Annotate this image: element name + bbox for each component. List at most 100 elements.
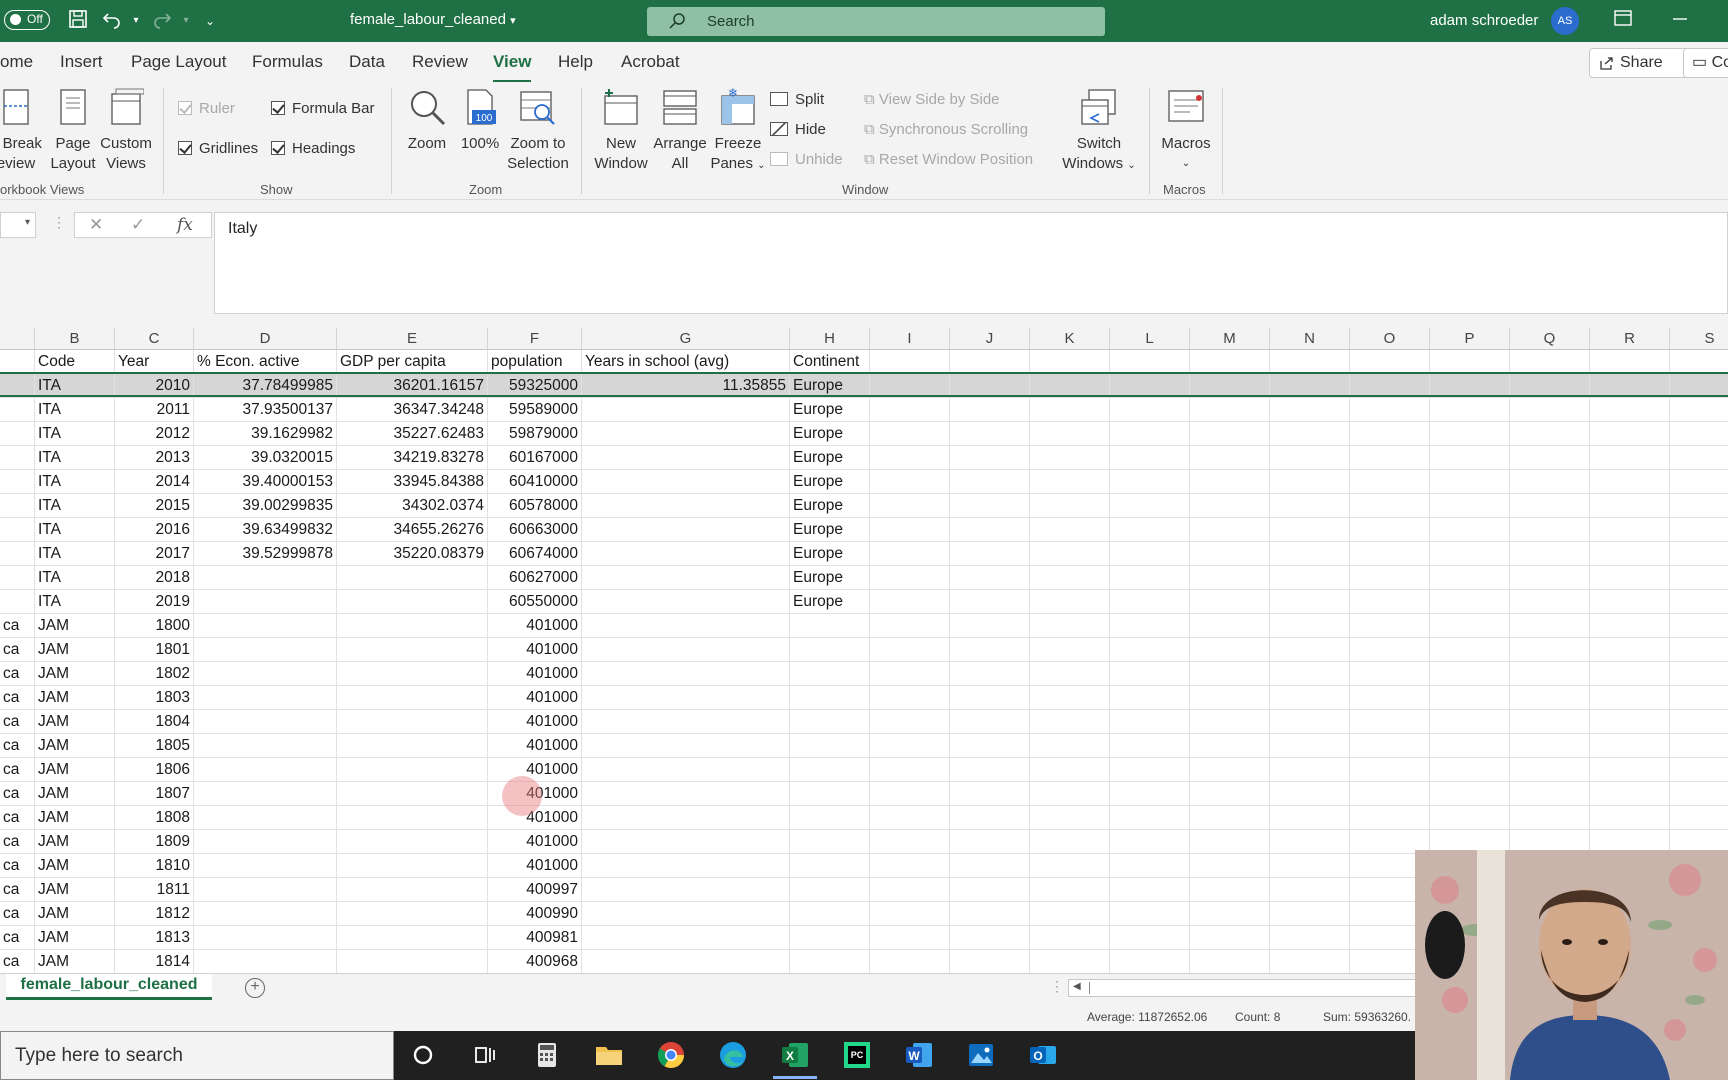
- cortana-icon[interactable]: [407, 1039, 439, 1071]
- cell[interactable]: [582, 542, 790, 566]
- cell[interactable]: [1270, 758, 1350, 782]
- cell[interactable]: [0, 590, 35, 614]
- cell[interactable]: ITA: [35, 590, 115, 614]
- tab-insert[interactable]: Insert: [60, 52, 103, 72]
- cell[interactable]: [790, 830, 870, 854]
- cell[interactable]: [1110, 662, 1190, 686]
- cell[interactable]: [1590, 614, 1670, 638]
- cell[interactable]: [582, 734, 790, 758]
- cell[interactable]: [194, 830, 337, 854]
- column-header[interactable]: F: [488, 328, 582, 350]
- cell[interactable]: [1190, 590, 1270, 614]
- cell[interactable]: [870, 374, 950, 398]
- column-header[interactable]: [0, 328, 35, 350]
- cell[interactable]: Years in school (avg): [582, 350, 790, 374]
- cell[interactable]: [950, 446, 1030, 470]
- cell[interactable]: [1590, 758, 1670, 782]
- cell[interactable]: Europe: [790, 374, 870, 398]
- cell[interactable]: [1510, 734, 1590, 758]
- cell[interactable]: [1270, 662, 1350, 686]
- cell[interactable]: Europe: [790, 422, 870, 446]
- cell[interactable]: [194, 614, 337, 638]
- cell[interactable]: [950, 398, 1030, 422]
- cell[interactable]: ca: [0, 710, 35, 734]
- cell[interactable]: ca: [0, 758, 35, 782]
- cell[interactable]: [1190, 614, 1270, 638]
- cell[interactable]: [1110, 902, 1190, 926]
- cell[interactable]: [1110, 494, 1190, 518]
- cell[interactable]: 59325000: [488, 374, 582, 398]
- cell[interactable]: [1430, 446, 1510, 470]
- cell[interactable]: [1590, 710, 1670, 734]
- cell[interactable]: [950, 494, 1030, 518]
- column-header[interactable]: I: [870, 328, 950, 350]
- column-header[interactable]: G: [582, 328, 790, 350]
- cell[interactable]: [0, 446, 35, 470]
- cell[interactable]: [1670, 806, 1728, 830]
- cell[interactable]: [1110, 518, 1190, 542]
- cell[interactable]: ca: [0, 926, 35, 950]
- cell[interactable]: 1807: [115, 782, 194, 806]
- cell[interactable]: [337, 854, 488, 878]
- tab-formulas[interactable]: Formulas: [252, 52, 323, 72]
- column-header[interactable]: P: [1430, 328, 1510, 350]
- cell[interactable]: [950, 590, 1030, 614]
- headings-checkbox[interactable]: Headings: [271, 140, 355, 157]
- cell[interactable]: [1350, 566, 1430, 590]
- cell[interactable]: ca: [0, 806, 35, 830]
- cell[interactable]: [1270, 782, 1350, 806]
- cell[interactable]: 34219.83278: [337, 446, 488, 470]
- cell[interactable]: 401000: [488, 758, 582, 782]
- cell[interactable]: [870, 806, 950, 830]
- cell[interactable]: [1030, 662, 1110, 686]
- zoom-button[interactable]: Zoom: [403, 88, 451, 154]
- cell[interactable]: [950, 902, 1030, 926]
- cell[interactable]: [1590, 590, 1670, 614]
- cell[interactable]: [1110, 830, 1190, 854]
- cell[interactable]: [870, 734, 950, 758]
- cell[interactable]: JAM: [35, 782, 115, 806]
- cell[interactable]: JAM: [35, 950, 115, 973]
- word-icon[interactable]: W: [903, 1039, 935, 1071]
- cell[interactable]: [870, 614, 950, 638]
- cell[interactable]: JAM: [35, 710, 115, 734]
- cell[interactable]: 400990: [488, 902, 582, 926]
- tab-help[interactable]: Help: [558, 52, 593, 72]
- cell[interactable]: [1430, 542, 1510, 566]
- cell[interactable]: [1270, 518, 1350, 542]
- cell[interactable]: [1270, 854, 1350, 878]
- cell[interactable]: [582, 830, 790, 854]
- cell[interactable]: [870, 422, 950, 446]
- cell[interactable]: [870, 662, 950, 686]
- cell[interactable]: 401000: [488, 662, 582, 686]
- cell[interactable]: 401000: [488, 710, 582, 734]
- cell[interactable]: [1670, 734, 1728, 758]
- cell[interactable]: 34302.0374: [337, 494, 488, 518]
- cell[interactable]: [1030, 398, 1110, 422]
- cell[interactable]: 401000: [488, 614, 582, 638]
- cell[interactable]: [582, 518, 790, 542]
- cell[interactable]: [870, 494, 950, 518]
- cell[interactable]: [790, 710, 870, 734]
- cell[interactable]: [1030, 830, 1110, 854]
- cell[interactable]: [1190, 662, 1270, 686]
- column-header[interactable]: C: [115, 328, 194, 350]
- cell[interactable]: [582, 878, 790, 902]
- cell[interactable]: ca: [0, 854, 35, 878]
- cell[interactable]: [337, 686, 488, 710]
- cell[interactable]: [870, 398, 950, 422]
- cell[interactable]: Code: [35, 350, 115, 374]
- cell[interactable]: [1190, 758, 1270, 782]
- cell[interactable]: 2016: [115, 518, 194, 542]
- cell[interactable]: [582, 470, 790, 494]
- ruler-checkbox[interactable]: Ruler: [178, 100, 235, 117]
- cell[interactable]: [0, 566, 35, 590]
- cell[interactable]: 1813: [115, 926, 194, 950]
- cell[interactable]: [194, 854, 337, 878]
- cell[interactable]: [337, 926, 488, 950]
- tab-acrobat[interactable]: Acrobat: [621, 52, 680, 72]
- formula-bar-resize-icon[interactable]: ⋮: [52, 214, 66, 231]
- cell[interactable]: [582, 398, 790, 422]
- enter-icon[interactable]: ✓: [131, 215, 145, 235]
- cell[interactable]: [870, 542, 950, 566]
